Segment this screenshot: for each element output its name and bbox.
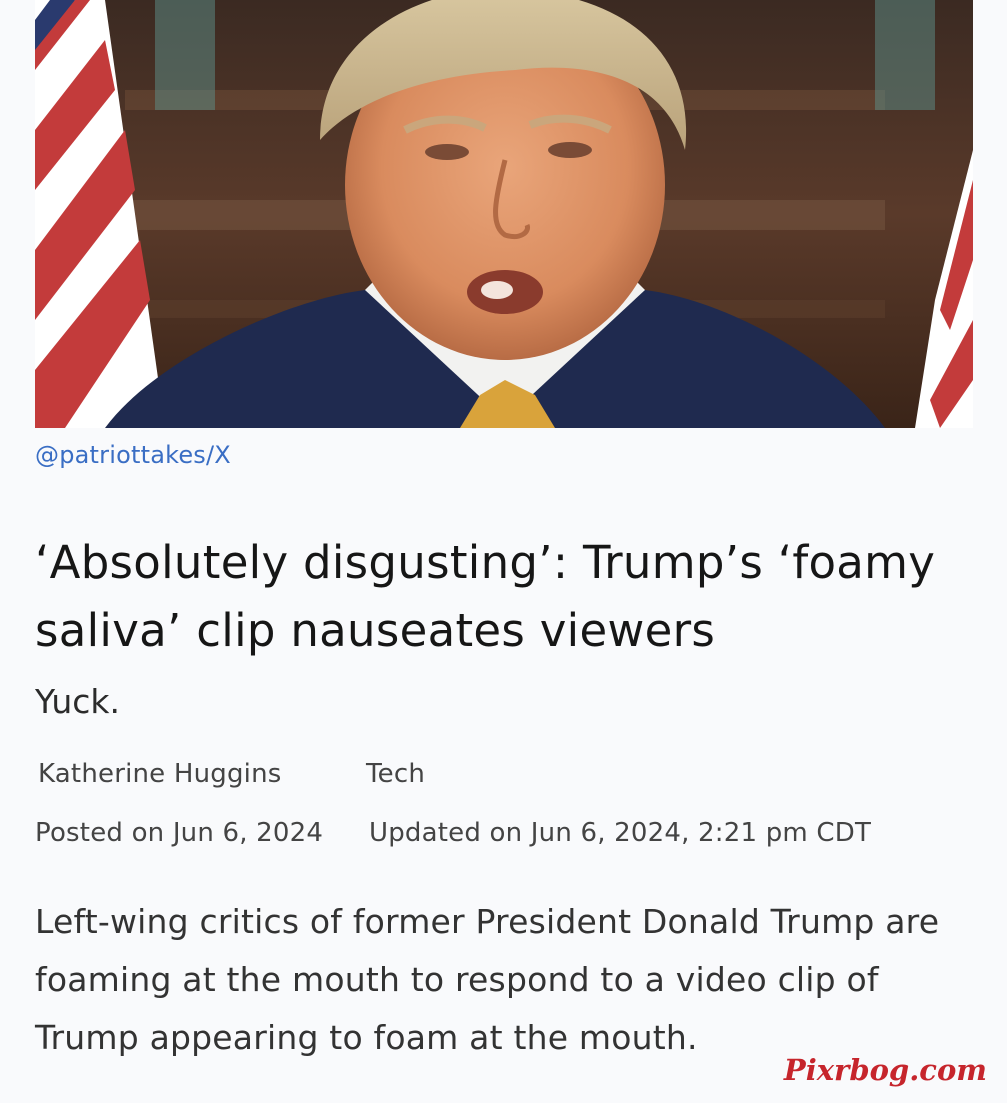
image-credit-link[interactable]: @patriottakes/X bbox=[35, 441, 231, 469]
posted-date: Posted on Jun 6, 2024 bbox=[35, 818, 324, 848]
author-name[interactable]: Katherine Huggins bbox=[38, 759, 282, 789]
watermark: Pixrbog.com bbox=[783, 1053, 987, 1087]
article-headline: ‘Absolutely disgusting’: Trump’s ‘foamy … bbox=[35, 536, 936, 657]
article-page: @patriottakes/X ‘Absolutely disgusting’:… bbox=[0, 0, 1007, 1103]
category-tag[interactable]: Tech bbox=[366, 759, 425, 789]
article-body: Left-wing critics of former President Do… bbox=[35, 902, 940, 1057]
updated-date: Updated on Jun 6, 2024, 2:21 pm CDT bbox=[369, 818, 872, 848]
article-subhead: Yuck. bbox=[35, 682, 121, 721]
hero-image[interactable] bbox=[35, 0, 973, 428]
hero-photo-illustration bbox=[35, 0, 973, 428]
